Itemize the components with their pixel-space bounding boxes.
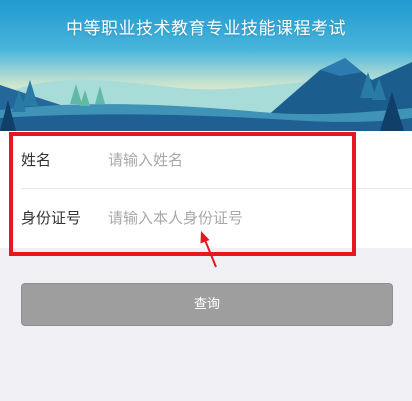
page-title: 中等职业技术教育专业技能课程考试 [66,19,346,39]
name-label: 姓名 [21,151,52,169]
header-banner: 中等职业技术教育专业技能课程考试 [0,0,412,131]
query-button[interactable]: 查询 [21,283,393,326]
name-row: 姓名 [0,131,412,189]
id-number-row: 身份证号 [0,189,412,247]
query-form: 姓名 身份证号 [0,131,412,248]
id-number-input[interactable] [108,203,368,233]
id-number-label: 身份证号 [21,209,82,227]
name-input[interactable] [108,145,368,175]
